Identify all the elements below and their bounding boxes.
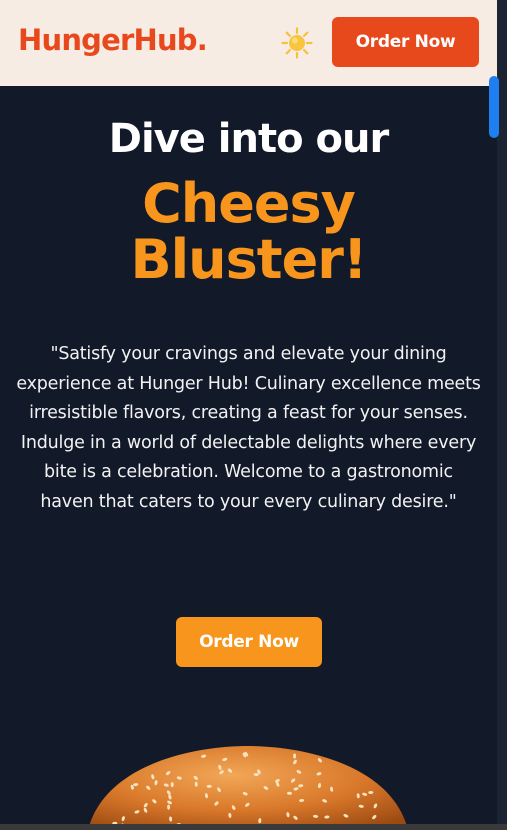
header-order-now-button[interactable]: Order Now (332, 17, 479, 67)
bottom-strip (0, 824, 507, 830)
hero-section: Dive into our Cheesy Bluster! "Satisfy y… (0, 86, 497, 830)
hero-heading-highlight: Cheesy Bluster! (0, 176, 497, 288)
burger-bun-image (88, 746, 408, 830)
logo[interactable]: HungerHub. (18, 23, 208, 57)
site-header: HungerHub. Order Now (0, 0, 497, 86)
sun-icon[interactable] (281, 27, 313, 59)
hero-heading: Dive into our (108, 116, 389, 162)
hero-description: "Satisfy your cravings and elevate your … (16, 344, 481, 512)
hero-highlight-line-1: Cheesy (142, 172, 356, 235)
hero-highlight-line-2: Bluster! (130, 228, 368, 291)
hero-order-now-button[interactable]: Order Now (176, 617, 322, 667)
